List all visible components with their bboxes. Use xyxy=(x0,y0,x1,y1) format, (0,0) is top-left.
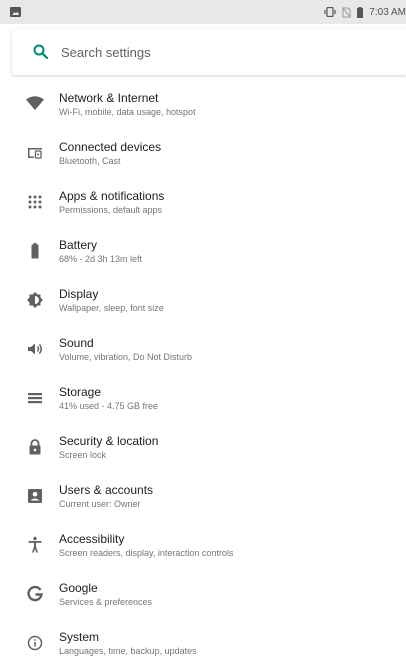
settings-item-title: Sound xyxy=(59,336,94,350)
settings-item-battery[interactable]: Battery 68% - 2d 3h 13m left xyxy=(0,227,406,276)
account-box-icon xyxy=(25,486,45,506)
storage-icon xyxy=(25,388,45,408)
settings-item-connected-devices[interactable]: Connected devices Bluetooth, Cast xyxy=(0,129,406,178)
status-bar: 7:03 AM xyxy=(0,0,406,24)
lock-icon xyxy=(25,437,45,457)
accessibility-icon xyxy=(25,535,45,555)
settings-item-sound[interactable]: Sound Volume, vibration, Do Not Disturb xyxy=(0,325,406,374)
settings-item-subtitle: Screen readers, display, interaction con… xyxy=(59,548,234,558)
settings-list: Network & Internet Wi-Fi, mobile, data u… xyxy=(0,80,406,668)
battery-icon xyxy=(25,241,45,261)
settings-item-apps[interactable]: Apps & notifications Permissions, defaul… xyxy=(0,178,406,227)
settings-item-title: Network & Internet xyxy=(59,91,159,105)
battery-status-icon xyxy=(357,6,364,18)
settings-item-subtitle: 41% used - 4.75 GB free xyxy=(59,401,159,411)
settings-item-google[interactable]: Google Services & preferences xyxy=(0,570,406,619)
wifi-icon xyxy=(25,94,45,114)
image-notification-icon xyxy=(10,7,21,17)
no-sim-icon xyxy=(342,6,352,18)
settings-item-subtitle: Current user: Owner xyxy=(59,499,141,509)
settings-item-title: Battery xyxy=(59,238,98,252)
search-icon[interactable] xyxy=(32,43,50,61)
apps-grid-icon xyxy=(25,192,45,212)
settings-item-security[interactable]: Security & location Screen lock xyxy=(0,423,406,472)
settings-item-subtitle: Languages, time, backup, updates xyxy=(59,646,197,656)
settings-item-subtitle: Services & preferences xyxy=(59,597,153,607)
settings-item-subtitle: Volume, vibration, Do Not Disturb xyxy=(59,352,193,362)
settings-item-system[interactable]: System Languages, time, backup, updates xyxy=(0,619,406,668)
settings-item-title: Users & accounts xyxy=(59,483,154,497)
google-icon xyxy=(25,584,45,604)
settings-item-title: Display xyxy=(59,287,99,301)
settings-item-network[interactable]: Network & Internet Wi-Fi, mobile, data u… xyxy=(0,80,406,129)
settings-item-display[interactable]: Display Wallpaper, sleep, font size xyxy=(0,276,406,325)
settings-item-subtitle: Bluetooth, Cast xyxy=(59,156,121,166)
settings-item-storage[interactable]: Storage 41% used - 4.75 GB free xyxy=(0,374,406,423)
settings-item-subtitle: Wi-Fi, mobile, data usage, hotspot xyxy=(59,107,196,117)
settings-item-subtitle: Screen lock xyxy=(59,450,107,460)
settings-item-title: Accessibility xyxy=(59,532,125,546)
vibrate-icon xyxy=(324,7,336,17)
settings-item-subtitle: Permissions, default apps xyxy=(59,205,163,215)
info-icon xyxy=(25,633,45,653)
search-bar[interactable] xyxy=(12,29,406,75)
volume-icon xyxy=(25,339,45,359)
settings-item-users[interactable]: Users & accounts Current user: Owner xyxy=(0,472,406,521)
devices-icon xyxy=(25,143,45,163)
settings-item-title: Storage xyxy=(59,385,102,399)
search-input[interactable] xyxy=(61,41,361,63)
settings-item-subtitle: Wallpaper, sleep, font size xyxy=(59,303,164,313)
settings-item-subtitle: 68% - 2d 3h 13m left xyxy=(59,254,143,264)
status-time: 7:03 AM xyxy=(369,6,406,18)
settings-item-accessibility[interactable]: Accessibility Screen readers, display, i… xyxy=(0,521,406,570)
settings-item-title: System xyxy=(59,630,100,644)
settings-item-title: Apps & notifications xyxy=(59,189,165,203)
settings-item-title: Google xyxy=(59,581,98,595)
settings-item-title: Security & location xyxy=(59,434,159,448)
status-icons: 7:03 AM xyxy=(324,0,406,24)
settings-item-title: Connected devices xyxy=(59,140,162,154)
brightness-icon xyxy=(25,290,45,310)
